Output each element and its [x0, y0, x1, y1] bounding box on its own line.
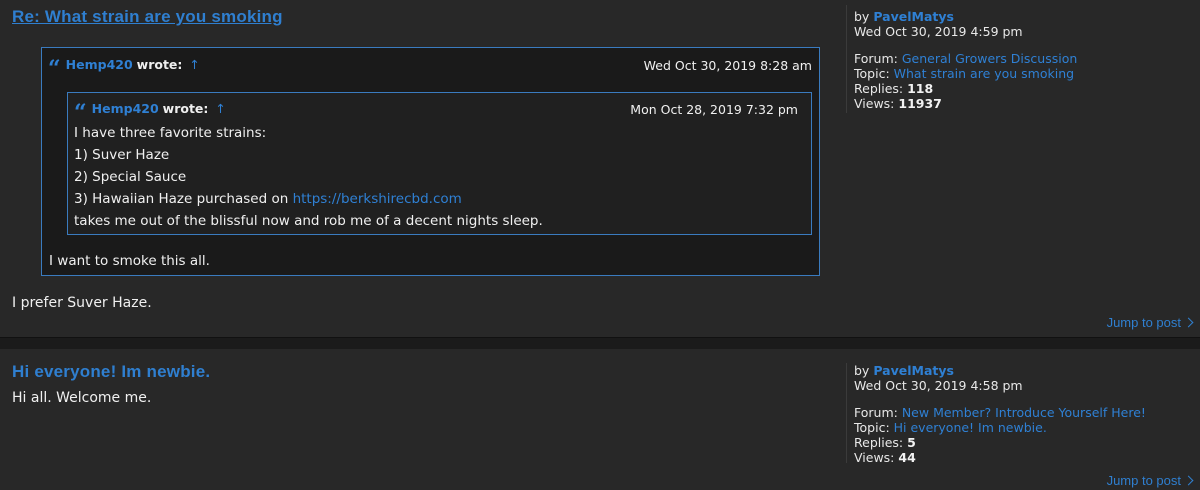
by-label: by	[854, 9, 870, 24]
quote-line: I have three favorite strains:	[74, 125, 267, 141]
forum-label: Forum:	[854, 51, 898, 66]
post-content: I prefer Suver Haze.	[12, 295, 152, 311]
post-content: Hi all. Welcome me.	[12, 390, 152, 406]
post-meta: by PavelMatys Wed Oct 30, 2019 4:58 pm F…	[854, 363, 1146, 465]
topic-link[interactable]: What strain are you smoking	[894, 66, 1074, 81]
jump-to-quote-arrow-icon[interactable]: ↑	[189, 57, 199, 72]
post-meta: by PavelMatys Wed Oct 30, 2019 4:59 pm F…	[854, 9, 1077, 111]
by-label: by	[854, 363, 870, 378]
quote-line: takes me out of the blissful now and rob…	[74, 213, 543, 229]
replies-label: Replies:	[854, 81, 904, 96]
quote-line-text: 3) Hawaiian Haze purchased on	[74, 191, 289, 207]
views-label: Views:	[854, 96, 895, 111]
nested-quote-header: “ Hemp420 wrote: ↑	[74, 100, 226, 126]
jump-to-post-link[interactable]: Jump to post	[1106, 473, 1194, 488]
jump-to-post-link[interactable]: Jump to post	[1106, 315, 1194, 330]
views-count: 44	[898, 450, 916, 465]
quote-date: Wed Oct 30, 2019 8:28 am	[643, 58, 812, 73]
replies-label: Replies:	[854, 435, 904, 450]
topic-link[interactable]: Hi everyone! Im newbie.	[894, 420, 1047, 435]
quote-icon: “	[48, 56, 61, 82]
nested-quote-block: “ Hemp420 wrote: ↑ Mon Oct 28, 2019 7:32 …	[67, 92, 812, 235]
views-count: 11937	[898, 96, 942, 111]
views-label: Views:	[854, 450, 895, 465]
jump-to-post-label: Jump to post	[1106, 315, 1181, 330]
replies-count: 118	[907, 81, 934, 96]
quote-author-link[interactable]: Hemp420	[66, 57, 133, 72]
jump-to-quote-arrow-icon[interactable]: ↑	[215, 101, 225, 116]
quote-line: 2) Special Sauce	[74, 169, 187, 185]
author-link[interactable]: PavelMatys	[873, 9, 954, 24]
chevron-right-icon	[1183, 317, 1194, 328]
author-link[interactable]: PavelMatys	[873, 363, 954, 378]
forum-link[interactable]: General Growers Discussion	[902, 51, 1077, 66]
quote-line: 1) Suver Haze	[74, 147, 170, 163]
post-title-link[interactable]: Re: What strain are you smoking	[12, 7, 283, 27]
post-date: Wed Oct 30, 2019 4:58 pm	[854, 378, 1023, 393]
quote-wrote-label: wrote:	[136, 57, 183, 72]
post-meta-divider	[846, 363, 847, 463]
search-result-post: Re: What strain are you smoking “ Hemp420…	[0, 0, 1200, 337]
quote-wrote-label: wrote:	[162, 101, 209, 116]
quote-line: 3) Hawaiian Haze purchased on https://be…	[74, 191, 462, 207]
post-meta-divider	[846, 5, 847, 113]
jump-to-post-label: Jump to post	[1106, 473, 1181, 488]
topic-label: Topic:	[854, 420, 890, 435]
replies-count: 5	[907, 435, 916, 450]
search-result-post: Hi everyone! Im newbie. Hi all. Welcome …	[0, 349, 1200, 490]
nested-quote-author-link[interactable]: Hemp420	[92, 101, 159, 116]
topic-label: Topic:	[854, 66, 890, 81]
external-link[interactable]: https://berkshirecbd.com	[293, 191, 462, 207]
chevron-right-icon	[1183, 475, 1194, 486]
quote-icon: “	[74, 100, 87, 126]
post-date: Wed Oct 30, 2019 4:59 pm	[854, 24, 1023, 39]
post-title-link[interactable]: Hi everyone! Im newbie.	[12, 362, 210, 382]
forum-link[interactable]: New Member? Introduce Yourself Here!	[902, 405, 1146, 420]
forum-label: Forum:	[854, 405, 898, 420]
quote-header: “ Hemp420 wrote: ↑	[48, 56, 200, 82]
quote-block: “ Hemp420 wrote: ↑ Wed Oct 30, 2019 8:28 …	[41, 47, 820, 276]
nested-quote-date: Mon Oct 28, 2019 7:32 pm	[630, 102, 798, 117]
quote-text: I want to smoke this all.	[49, 253, 210, 269]
